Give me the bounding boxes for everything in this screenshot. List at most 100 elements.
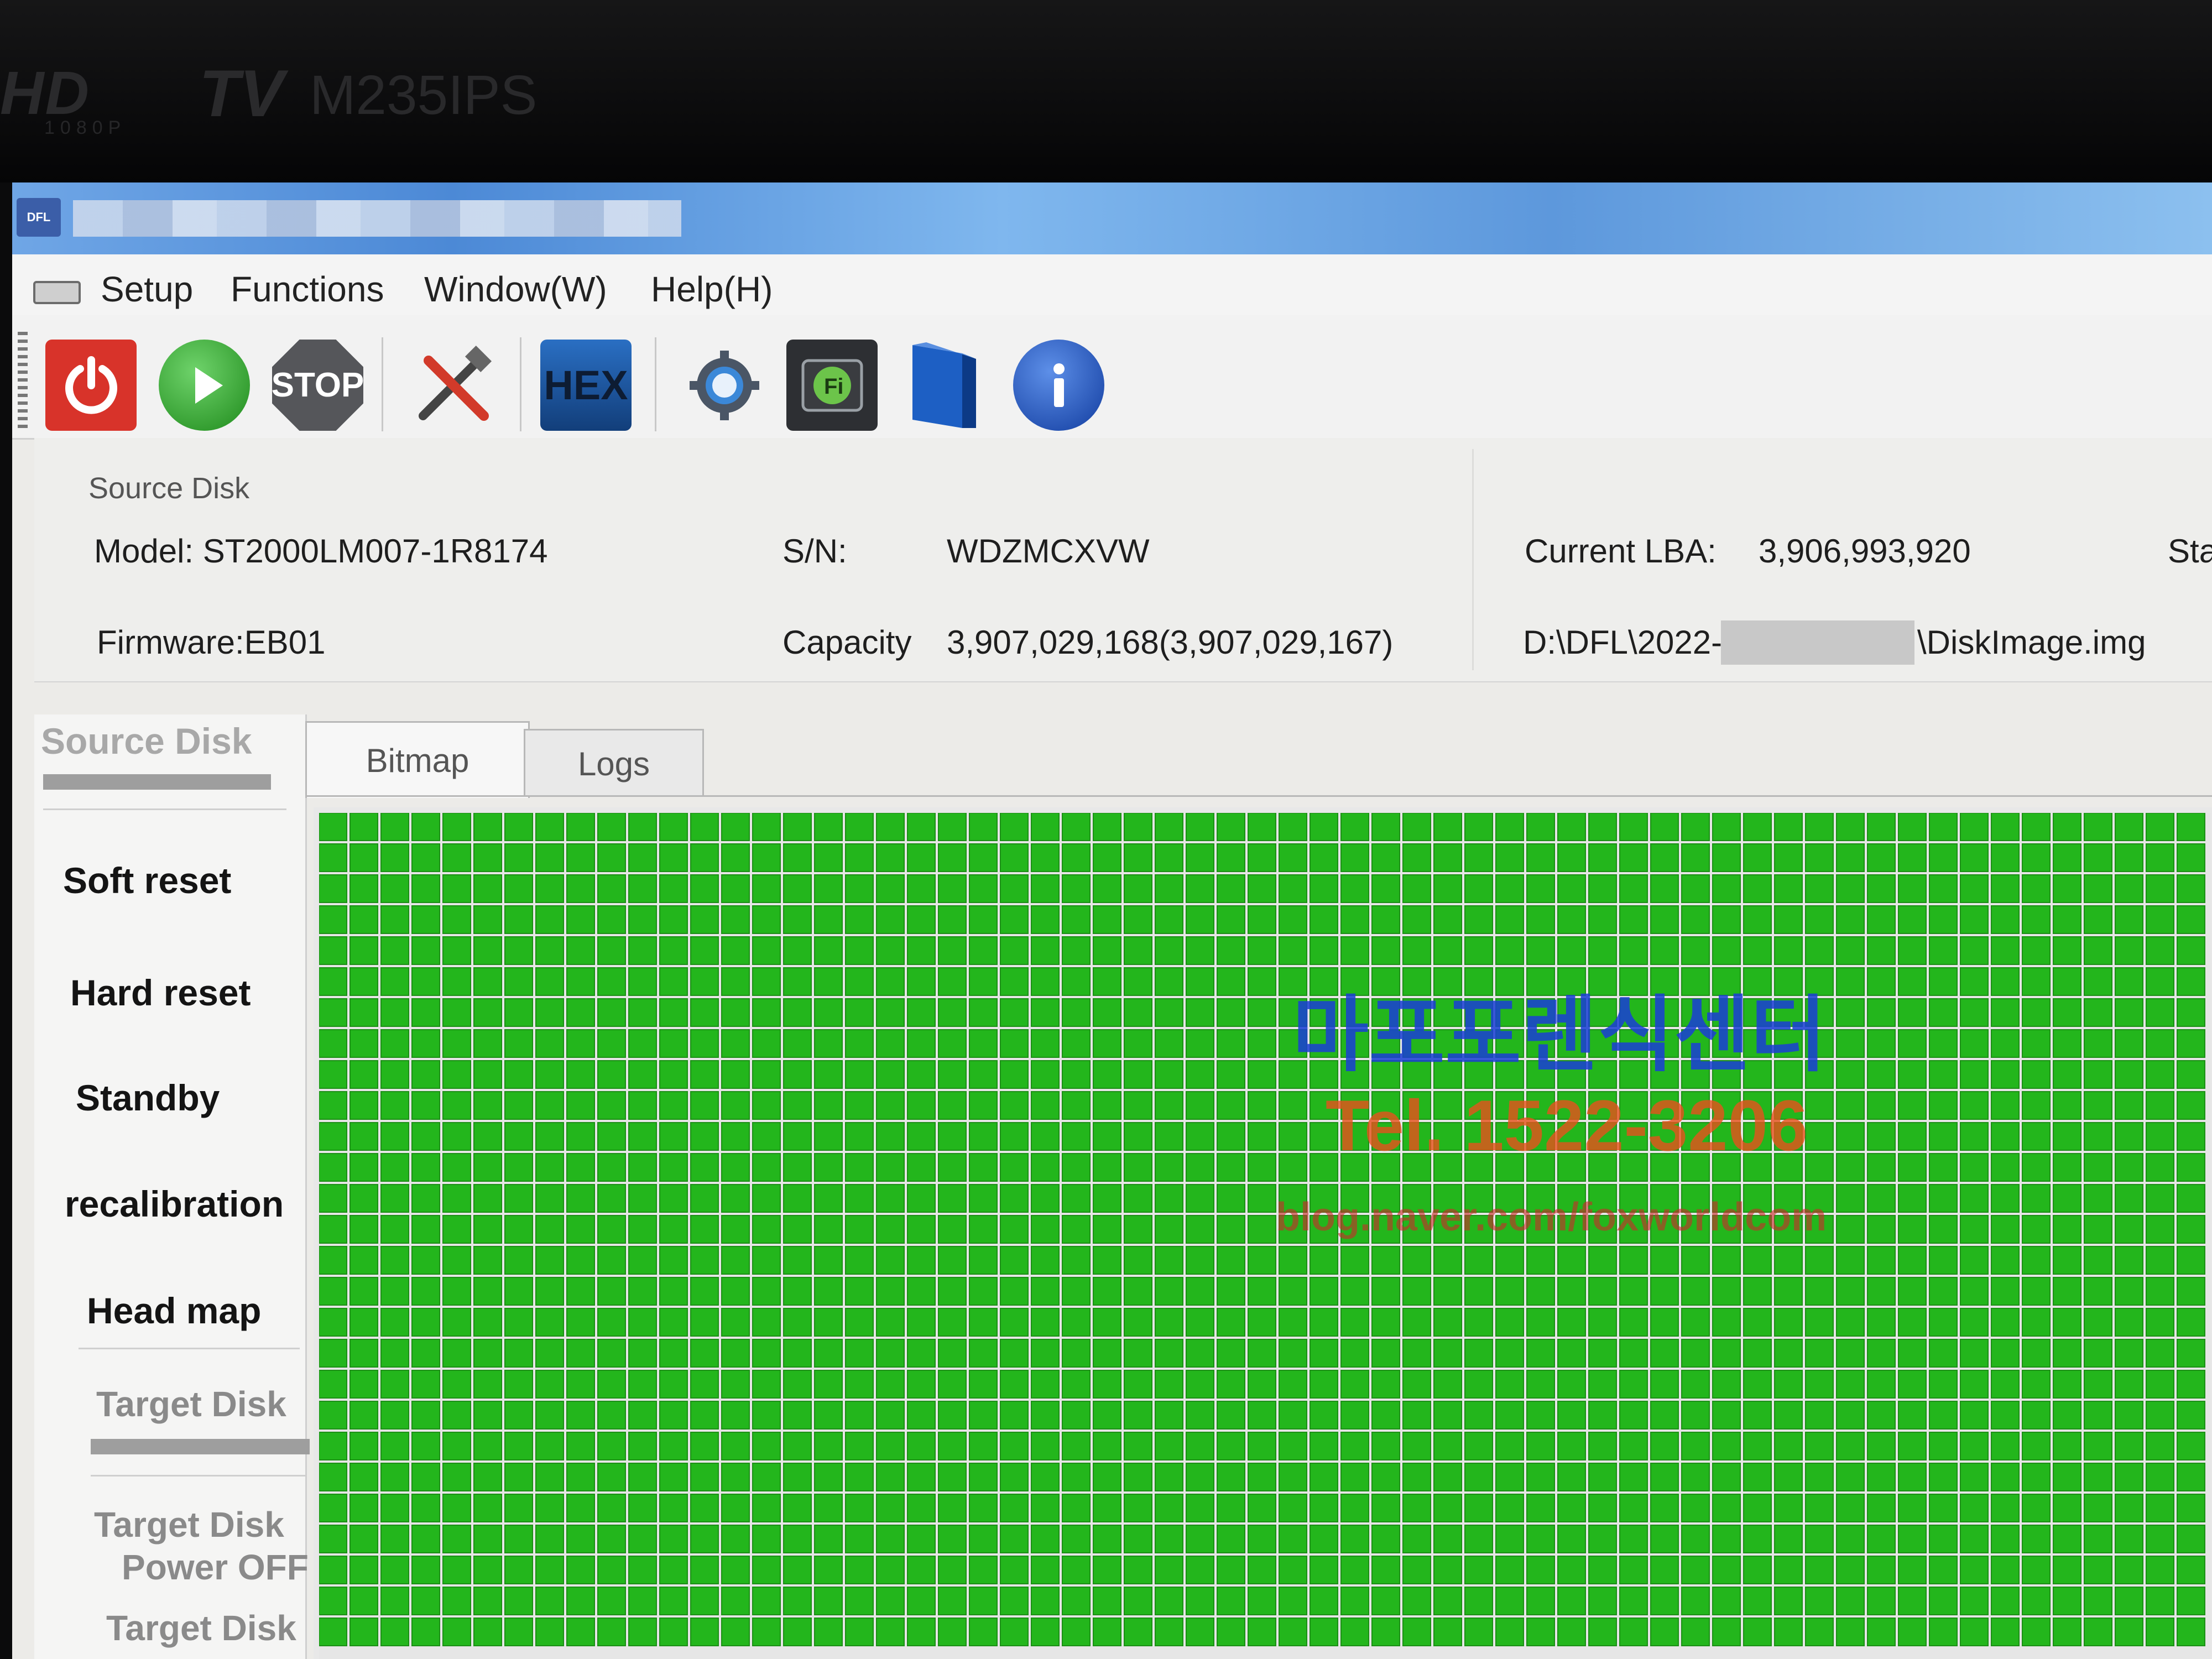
bitmap-cell [504, 1060, 533, 1089]
bitmap-cell [597, 1587, 626, 1615]
bitmap-cell [628, 813, 657, 841]
bitmap-cell [1093, 1370, 1121, 1399]
app-icon[interactable]: DFL [17, 198, 61, 237]
power-button[interactable] [45, 340, 137, 431]
book-button[interactable] [897, 340, 988, 431]
bitmap-cell [1031, 1556, 1060, 1584]
bitmap-cell [1248, 967, 1276, 996]
bitmap-cell [535, 1308, 564, 1337]
tools-button[interactable] [408, 340, 499, 431]
bitmap-cell [535, 874, 564, 903]
bitmap-cell [1805, 936, 1834, 965]
bitmap-cell [1526, 1339, 1555, 1368]
menu-help[interactable]: Help(H) [651, 269, 773, 310]
bitmap-cell [1526, 1463, 1555, 1491]
bitmap-cell [1217, 998, 1245, 1027]
bitmap-cell [411, 874, 440, 903]
hex-button[interactable]: HEX [540, 340, 632, 431]
bitmap-cell [1991, 1122, 2020, 1151]
bitmap-cell [1836, 1587, 1865, 1615]
hard-reset-button[interactable]: Hard reset [70, 972, 251, 1014]
tab-logs[interactable]: Logs [524, 729, 704, 797]
bitmap-cell [349, 1060, 378, 1089]
menu-setup[interactable]: Setup [101, 269, 193, 310]
bitmap-cell [845, 843, 874, 872]
bitmap-cell [2115, 874, 2143, 903]
firmware-button[interactable]: Fi [786, 340, 878, 431]
bitmap-cell [2146, 1215, 2174, 1244]
bitmap-cell [411, 1525, 440, 1553]
bitmap-cell [1991, 1215, 2020, 1244]
bitmap-cell [1867, 967, 1896, 996]
bitmap-cell [1000, 1587, 1029, 1615]
bitmap-cell [1619, 905, 1648, 934]
bitmap-cell [1000, 1494, 1029, 1522]
target-disk-button[interactable]: Target Disk [106, 1608, 296, 1648]
bitmap-cell [1093, 1401, 1121, 1430]
bitmap-cell [566, 1215, 595, 1244]
bitmap-cell [1340, 1432, 1369, 1460]
bitmap-cell [1279, 1494, 1307, 1522]
bitmap-cell [2084, 936, 2112, 965]
bitmap-cell [1774, 1463, 1803, 1491]
info-button[interactable] [1013, 340, 1104, 431]
bitmap-cell [1124, 1060, 1152, 1089]
bitmap-cell [1898, 1308, 1927, 1337]
recalibration-button[interactable]: recalibration [65, 1183, 284, 1225]
toolbar-grip[interactable] [18, 332, 28, 431]
menu-functions[interactable]: Functions [231, 269, 384, 310]
bitmap-cell [969, 1494, 998, 1522]
tab-bitmap[interactable]: Bitmap [305, 721, 530, 798]
bitmap-cell [442, 1587, 471, 1615]
bitmap-cell [411, 1556, 440, 1584]
menu-window[interactable]: Window(W) [424, 269, 607, 310]
bitmap-cell [2115, 813, 2143, 841]
bitmap-cell [721, 1308, 750, 1337]
current-lba-label: Current LBA: [1525, 533, 1717, 570]
bitmap-cell [1619, 1587, 1648, 1615]
bitmap-cell [783, 1153, 812, 1182]
bitmap-cell [1867, 874, 1896, 903]
bitmap-cell [1991, 1556, 2020, 1584]
bitmap-cell [1898, 1091, 1927, 1120]
bitmap-cell [2084, 1029, 2112, 1058]
bitmap-cell [380, 936, 409, 965]
bitmap-cell [2146, 1494, 2174, 1522]
bitmap-cell [2177, 1184, 2205, 1213]
bitmap-cell [2053, 1587, 2081, 1615]
bitmap-cell [1000, 936, 1029, 965]
soft-reset-button[interactable]: Soft reset [63, 859, 231, 901]
bitmap-cell [1310, 1370, 1338, 1399]
bitmap-cell [349, 1308, 378, 1337]
window-titlebar[interactable]: DFL [12, 182, 2212, 254]
start-button[interactable] [159, 340, 250, 431]
bitmap-cell [566, 1308, 595, 1337]
system-menu-icon[interactable] [33, 281, 81, 304]
bitmap-cell [1588, 1339, 1617, 1368]
bitmap-cell [628, 1370, 657, 1399]
bitmap-cell [1681, 1401, 1710, 1430]
head-map-button[interactable]: Head map [87, 1290, 261, 1332]
bitmap-cell [2146, 905, 2174, 934]
bitmap-cell [721, 1246, 750, 1275]
settings-button[interactable] [679, 340, 770, 431]
bitmap-cell [1340, 843, 1369, 872]
bitmap-cell [628, 998, 657, 1027]
bitmap-cell [876, 1277, 905, 1306]
stop-button[interactable]: STOP [272, 340, 363, 431]
bitmap-cell [907, 1122, 936, 1151]
bitmap-cell [566, 998, 595, 1027]
bitmap-cell [659, 967, 688, 996]
bitmap-cell [473, 998, 502, 1027]
bitmap-cell [1526, 813, 1555, 841]
standby-button[interactable]: Standby [76, 1077, 220, 1119]
bitmap-view[interactable]: 마포포렌식센터 Tel. 1522-3206 blog.naver.com/fo… [314, 807, 2212, 1659]
target-power-off-line1[interactable]: Target Disk [94, 1504, 284, 1545]
bitmap-cell [969, 905, 998, 934]
bitmap-cell [690, 1153, 719, 1182]
target-power-off-line2[interactable]: Power OFF [122, 1547, 309, 1588]
bitmap-cell [1650, 843, 1679, 872]
bitmap-cell [1960, 874, 1989, 903]
bitmap-cell [473, 1029, 502, 1058]
bitmap-cell [876, 1153, 905, 1182]
